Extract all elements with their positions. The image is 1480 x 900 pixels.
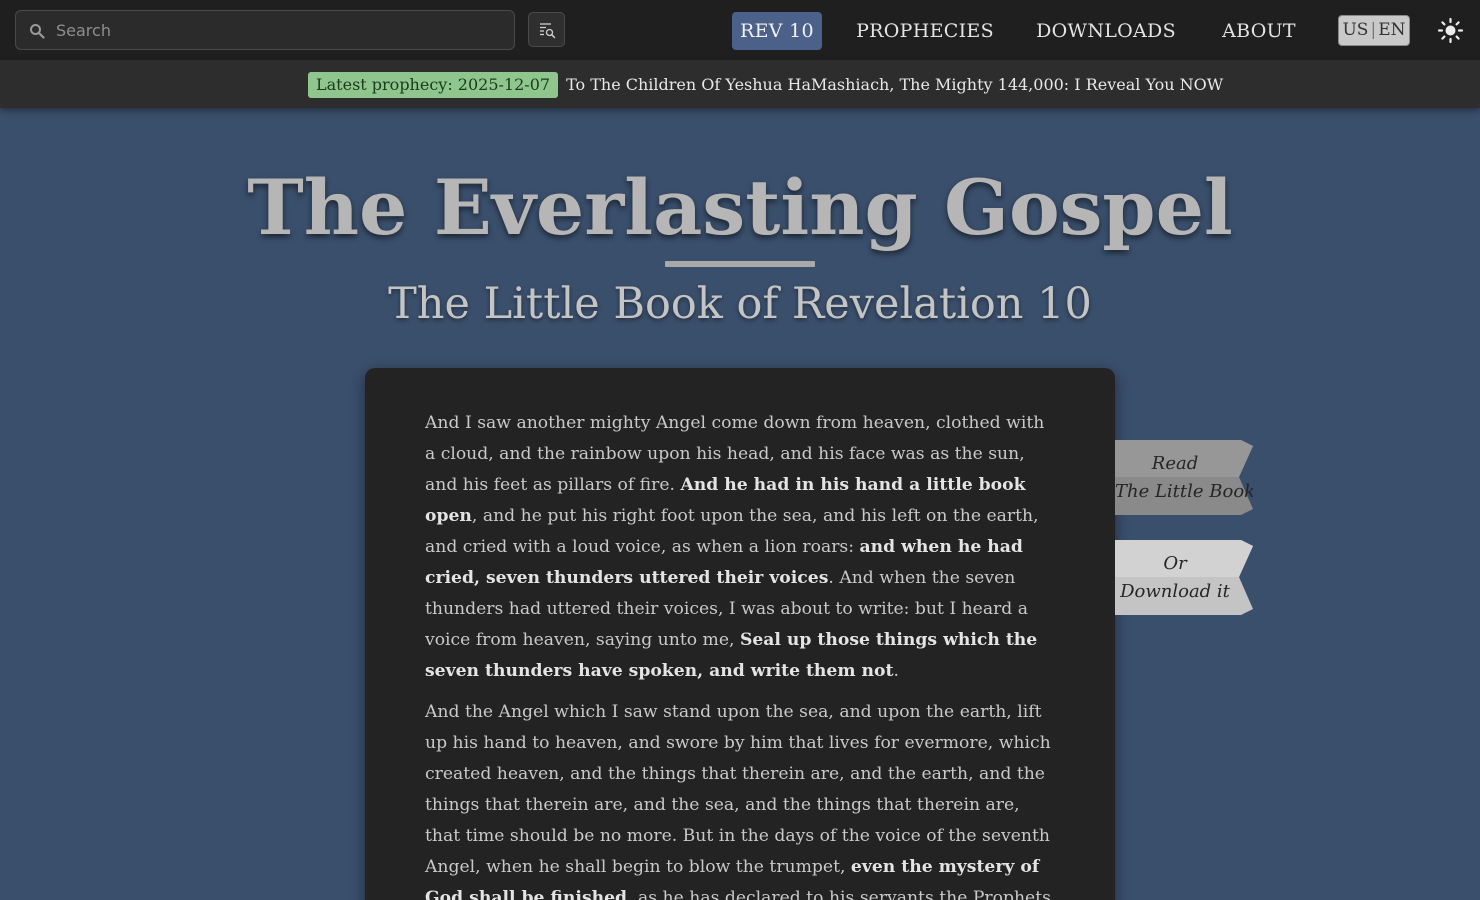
passage-segment: . — [893, 661, 899, 681]
latest-prophecy-link[interactable]: Latest prophecy: 2025-12-07 To The Childr… — [308, 72, 1223, 98]
latest-prophecy-title[interactable]: To The Children Of Yeshua HaMashiach, Th… — [566, 75, 1223, 94]
download-ribbon[interactable]: Or Download it — [1115, 540, 1253, 615]
passage-paragraph-1: And I saw another mighty Angel come down… — [425, 408, 1057, 687]
language-toggle[interactable]: US | EN — [1338, 15, 1410, 46]
passage-card: And I saw another mighty Angel come down… — [365, 368, 1115, 900]
page-title: The Everlasting Gospel — [247, 163, 1233, 252]
read-ribbon-line-1: Read — [1151, 453, 1199, 474]
nav-downloads[interactable]: DOWNLOADS — [1034, 12, 1178, 50]
advanced-search-button[interactable] — [528, 12, 565, 47]
search-box[interactable] — [15, 10, 515, 50]
passage-text: And I saw another mighty Angel come down… — [425, 408, 1057, 900]
title-divider — [665, 261, 815, 267]
read-ribbon-label: Read The Little Book — [1115, 450, 1253, 506]
advanced-search-icon — [540, 23, 556, 39]
search-input[interactable] — [56, 11, 496, 49]
top-navbar: REV 10 PROPHECIES DOWNLOADS ABOUT US|EN — [0, 0, 1480, 60]
nav-about[interactable]: ABOUT — [1218, 12, 1300, 50]
download-ribbon-label: Or Download it — [1115, 550, 1235, 606]
passage-segment: And the Angel which I saw stand upon the… — [425, 702, 1051, 877]
theme-toggle-button[interactable] — [1437, 17, 1464, 44]
passage-paragraph-2: And the Angel which I saw stand upon the… — [425, 697, 1057, 900]
download-ribbon-line-2: Download it — [1120, 581, 1230, 602]
sun-icon — [1437, 17, 1464, 44]
passage-segment: , as he has declared to his servants the… — [627, 888, 1057, 900]
read-little-book-ribbon[interactable]: Read The Little Book — [1115, 440, 1253, 515]
language-separator: | — [1370, 20, 1377, 40]
page-subtitle: The Little Book of Revelation 10 — [388, 279, 1092, 329]
read-ribbon-line-2: The Little Book — [1115, 481, 1253, 502]
language-country: US — [1342, 20, 1369, 40]
nav-prophecies[interactable]: PROPHECIES — [856, 12, 994, 50]
announcement-bar: Latest prophecy: 2025-12-07 To The Childr… — [0, 60, 1480, 108]
language-code: EN — [1378, 20, 1406, 40]
download-ribbon-line-1: Or — [1163, 553, 1187, 574]
search-icon — [30, 24, 45, 39]
nav-rev10[interactable]: REV 10 — [732, 12, 822, 50]
latest-prophecy-badge: Latest prophecy: 2025-12-07 — [308, 72, 559, 98]
